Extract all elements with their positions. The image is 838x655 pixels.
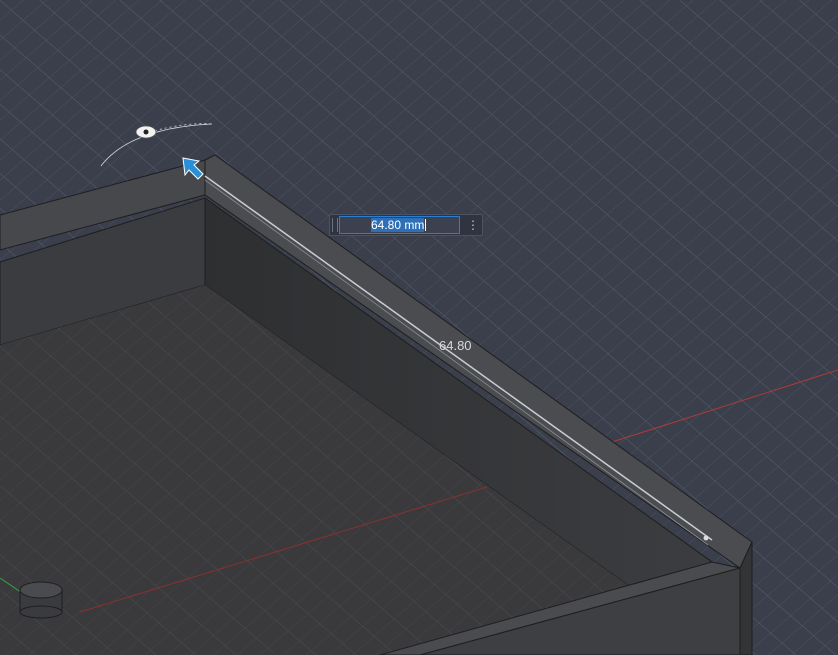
dimension-label: 64.80 [439, 338, 472, 353]
more-options-icon[interactable]: ⋮ [466, 217, 480, 233]
drag-grip-icon[interactable] [332, 218, 338, 232]
dimension-input-box: 64.80 mm ⋮ [329, 214, 483, 236]
cylinder-body[interactable] [19, 581, 63, 619]
3d-viewport[interactable] [0, 0, 838, 655]
pivot-point-icon[interactable] [135, 125, 157, 139]
text-caret [425, 219, 427, 231]
dimension-input[interactable]: 64.80 mm [339, 216, 460, 234]
dimension-input-value: 64.80 mm [371, 218, 425, 232]
viewport-canvas[interactable] [0, 0, 838, 655]
edge-end-marker [703, 535, 709, 541]
